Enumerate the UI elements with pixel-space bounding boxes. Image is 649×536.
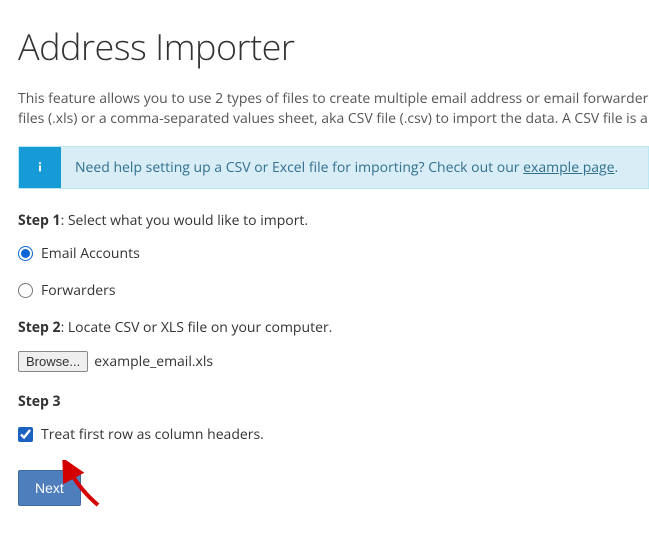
step-2-bold: Step 2 <box>18 318 61 337</box>
step-1-bold: Step 1 <box>18 211 61 230</box>
selected-filename: example_email.xls <box>94 352 213 371</box>
intro-text: This feature allows you to use 2 types o… <box>18 89 649 130</box>
radio-forwarders[interactable]: Forwarders <box>18 281 649 300</box>
radio-forwarders-label: Forwarders <box>41 281 116 300</box>
treat-first-row-label: Treat first row as column headers. <box>41 425 264 444</box>
step-3: Step 3 Treat first row as column headers… <box>18 392 649 444</box>
step-1: Step 1: Select what you would like to im… <box>18 211 649 300</box>
alert-text-after: . <box>615 158 619 177</box>
step-2: Step 2: Locate CSV or XLS file on your c… <box>18 318 649 372</box>
step-1-label: Step 1: Select what you would like to im… <box>18 211 649 230</box>
next-button[interactable]: Next <box>18 470 81 506</box>
example-page-link[interactable]: example page <box>523 158 614 177</box>
radio-forwarders-input[interactable] <box>18 283 33 298</box>
radio-email-input[interactable] <box>18 246 33 261</box>
step-2-label: Step 2: Locate CSV or XLS file on your c… <box>18 318 649 337</box>
intro-line1: This feature allows you to use 2 types o… <box>18 89 649 108</box>
step-1-rest: : Select what you would like to import. <box>61 211 309 230</box>
treat-first-row-checkbox[interactable]: Treat first row as column headers. <box>18 425 649 444</box>
info-alert: Need help setting up a CSV or Excel file… <box>18 146 649 189</box>
radio-email-label: Email Accounts <box>41 244 140 263</box>
treat-first-row-input[interactable] <box>18 427 33 442</box>
browse-button[interactable]: Browse... <box>18 351 88 372</box>
info-alert-text: Need help setting up a CSV or Excel file… <box>61 147 632 188</box>
radio-email-accounts[interactable]: Email Accounts <box>18 244 649 263</box>
alert-text-before: Need help setting up a CSV or Excel file… <box>75 158 523 177</box>
info-icon <box>19 147 61 188</box>
step-3-label: Step 3 <box>18 392 649 411</box>
page-title: Address Importer <box>18 22 649 71</box>
step-2-rest: : Locate CSV or XLS file on your compute… <box>61 318 333 337</box>
intro-line2: files (.xls) or a comma-separated values… <box>18 109 648 128</box>
